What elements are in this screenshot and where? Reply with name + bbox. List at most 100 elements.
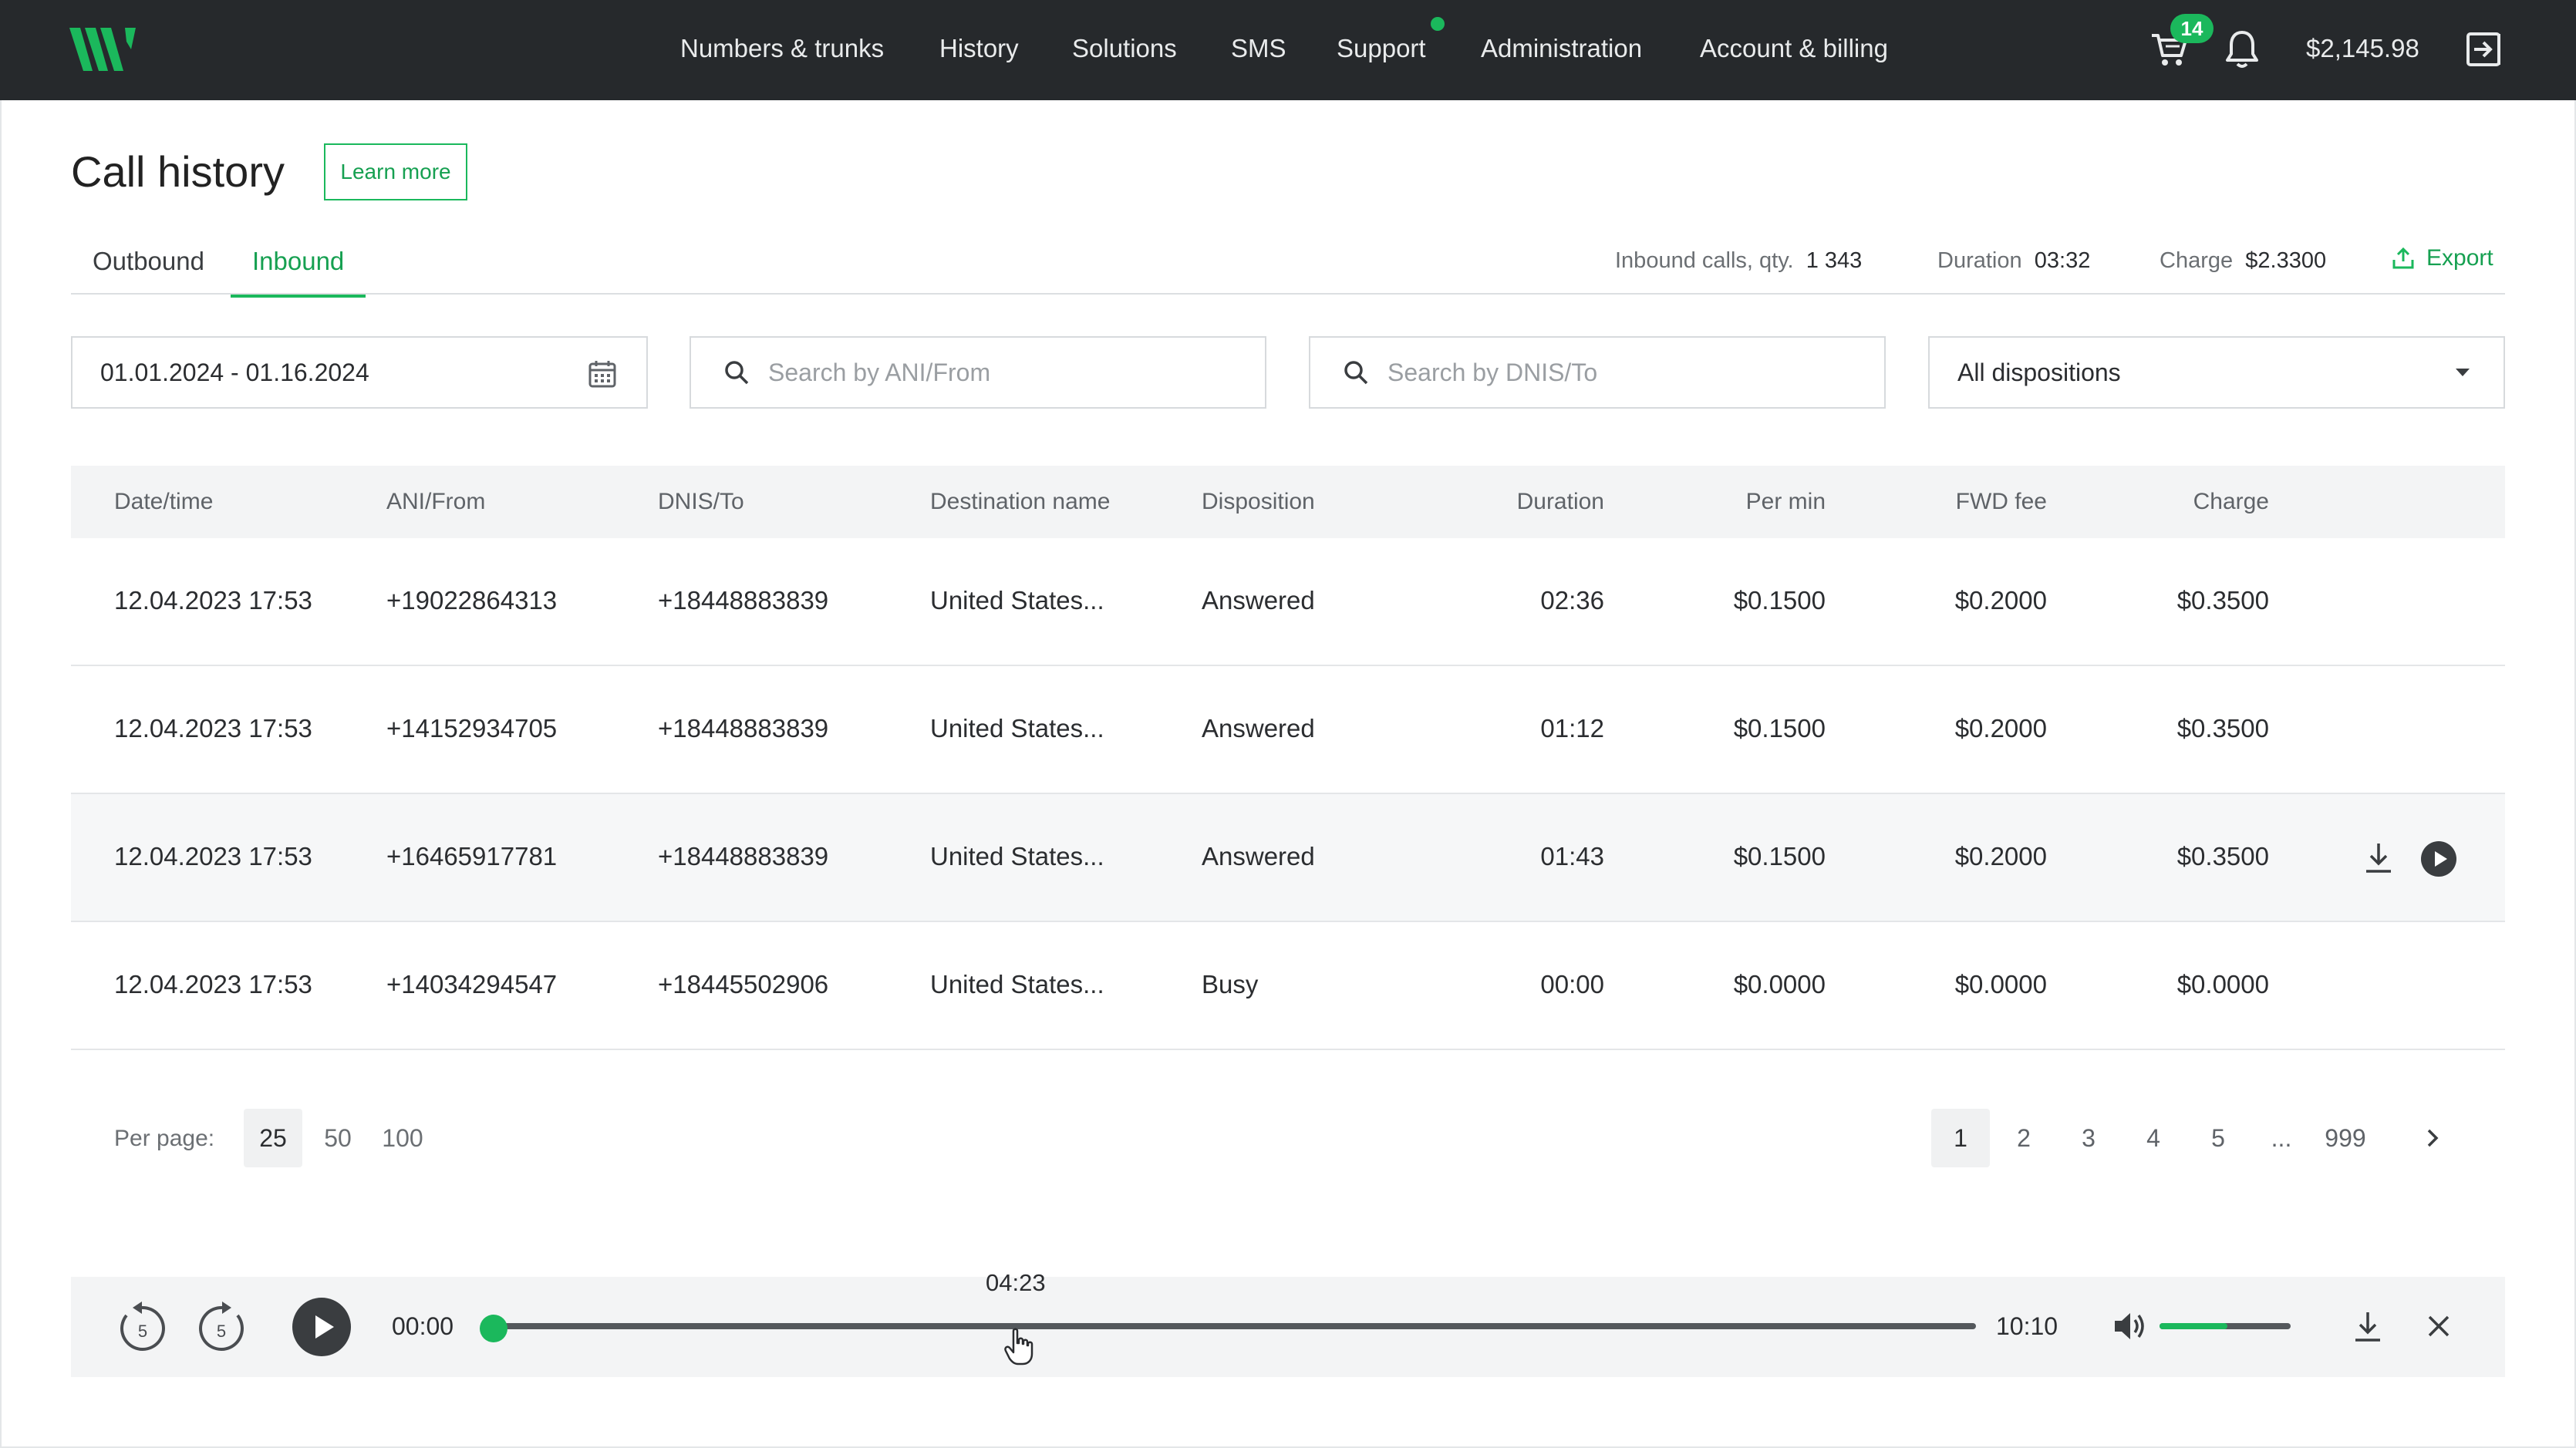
column-header-per-min[interactable]: Per min [1671,489,1826,515]
ani-search-input[interactable]: Search by ANI/From [690,336,1266,409]
disposition-value: All dispositions [1957,358,2121,386]
calendar-icon[interactable] [588,359,617,389]
cell-disposition: Answered [1202,714,1315,743]
cell-destination: United States... [930,714,1104,743]
cell-ani: +16465917781 [386,842,558,870]
column-header-datetime[interactable]: Date/time [114,489,213,515]
player-total-time: 10:10 [1996,1312,2058,1340]
cell-per-min: $0.1500 [1733,714,1826,743]
cell-disposition: Busy [1202,970,1259,998]
charge-summary: Charge $2.3300 [2160,248,2327,273]
table-row[interactable]: 12.04.2023 17:53 +14034294547 +184455029… [71,922,2505,1050]
rewind-seconds: 5 [138,1322,147,1341]
nav-numbers-trunks[interactable]: Numbers & trunks [680,34,884,63]
per-page-option-100[interactable]: 100 [373,1109,432,1167]
cell-dnis: +18448883839 [658,586,829,615]
tab-inbound[interactable]: Inbound [231,247,366,298]
page-ellipsis: ... [2271,1124,2292,1152]
table-row[interactable]: 12.04.2023 17:53 +19022864313 +184488838… [71,538,2505,666]
cell-per-min: $0.1500 [1733,586,1826,615]
forward-icon[interactable]: 5 [194,1298,248,1354]
nav-support[interactable]: Support [1337,34,1426,63]
nav-sms[interactable]: SMS [1231,34,1286,63]
chevron-right-icon[interactable] [2423,1126,2442,1150]
ani-search-placeholder: Search by ANI/From [768,358,991,386]
column-header-disposition[interactable]: Disposition [1202,489,1315,515]
cell-charge: $0.0000 [2176,970,2269,998]
per-page-option-25[interactable]: 25 [244,1109,302,1167]
cell-datetime: 12.04.2023 17:53 [114,714,312,743]
per-page-option-50[interactable]: 50 [309,1109,367,1167]
page-button-1[interactable]: 1 [1931,1109,1990,1167]
support-notification-dot [1431,17,1445,31]
rewind-icon[interactable]: 5 [116,1298,170,1354]
nav-history[interactable]: History [939,34,1019,63]
column-header-destination[interactable]: Destination name [930,489,1110,515]
learn-more-button[interactable]: Learn more [324,143,467,200]
cell-destination: United States... [930,970,1104,998]
search-icon [1344,361,1368,385]
seek-bar[interactable] [494,1323,1976,1329]
cell-dnis: +18448883839 [658,842,829,870]
seek-hover-time: 04:23 [986,1269,1046,1296]
inbound-calls-summary: Inbound calls, qty. 1 343 [1615,248,1863,273]
download-icon[interactable] [2352,1309,2383,1343]
cell-fwd-fee: $0.2000 [1954,586,2047,615]
bell-icon[interactable] [2224,29,2260,69]
close-icon[interactable] [2426,1314,2451,1339]
cell-destination: United States... [930,586,1104,615]
cell-duration: 01:12 [1540,714,1604,743]
player-current-time: 00:00 [392,1312,454,1340]
column-header-fwd-fee[interactable]: FWD fee [1893,489,2047,515]
cell-datetime: 12.04.2023 17:53 [114,842,312,870]
page-button-4[interactable]: 4 [2124,1109,2183,1167]
cell-datetime: 12.04.2023 17:53 [114,970,312,998]
tab-outbound[interactable]: Outbound [71,247,226,295]
column-header-charge[interactable]: Charge [2115,489,2269,515]
cell-per-min: $0.0000 [1733,970,1826,998]
export-label: Export [2426,245,2493,271]
cell-ani: +14034294547 [386,970,558,998]
download-recording-icon[interactable] [2363,840,2394,874]
seek-handle[interactable] [480,1315,507,1342]
cell-ani: +14152934705 [386,714,558,743]
column-header-dnis[interactable]: DNIS/To [658,489,744,515]
per-page-label: Per page: [114,1126,215,1151]
cell-per-min: $0.1500 [1733,842,1826,870]
export-button[interactable]: Export [2391,245,2493,271]
column-header-duration[interactable]: Duration [1450,489,1604,515]
dnis-search-placeholder: Search by DNIS/To [1387,358,1598,386]
table-row-hovered[interactable]: 12.04.2023 17:53 +16465917781 +184488838… [71,794,2505,922]
play-icon[interactable] [292,1297,352,1357]
date-range-picker[interactable]: 01.01.2024 - 01.16.2024 [71,336,648,409]
column-header-ani[interactable]: ANI/From [386,489,485,515]
logout-icon[interactable] [2465,31,2502,68]
nav-account-billing[interactable]: Account & billing [1700,34,1888,63]
cell-disposition: Answered [1202,586,1315,615]
nav-solutions[interactable]: Solutions [1072,34,1177,63]
caret-down-icon [2456,369,2470,376]
cell-fwd-fee: $0.2000 [1954,714,2047,743]
export-icon [2392,247,2414,269]
dnis-search-input[interactable]: Search by DNIS/To [1309,336,1886,409]
account-balance[interactable]: $2,145.98 [2306,34,2419,63]
cell-charge: $0.3500 [2176,714,2269,743]
cell-fwd-fee: $0.0000 [1954,970,2047,998]
cell-ani: +19022864313 [386,586,558,615]
cell-duration: 02:36 [1540,586,1604,615]
page-button-2[interactable]: 2 [1994,1109,2053,1167]
cell-duration: 00:00 [1540,970,1604,998]
cell-dnis: +18448883839 [658,714,829,743]
page-button-3[interactable]: 3 [2059,1109,2118,1167]
page-button-999[interactable]: 999 [2311,1109,2380,1167]
tab-bar: Outbound Inbound [71,231,2505,298]
cell-disposition: Answered [1202,842,1315,870]
play-recording-icon[interactable] [2420,840,2457,877]
volume-icon[interactable] [2112,1309,2149,1343]
disposition-select[interactable]: All dispositions [1928,336,2505,409]
nav-administration[interactable]: Administration [1481,34,1642,63]
logo[interactable] [69,26,136,72]
page-button-5[interactable]: 5 [2189,1109,2247,1167]
page-title: Call history [71,147,285,196]
table-row[interactable]: 12.04.2023 17:53 +14152934705 +184488838… [71,666,2505,794]
